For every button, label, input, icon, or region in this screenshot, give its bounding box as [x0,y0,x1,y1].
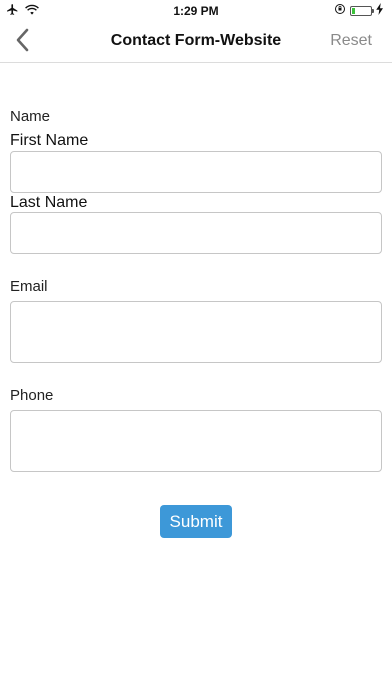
last-name-label: Last Name [10,194,88,211]
submit-button[interactable]: Submit [160,505,232,538]
first-name-label: First Name [10,132,89,149]
status-right [334,3,384,18]
charging-icon [376,3,384,18]
email-field[interactable] [10,301,382,363]
first-name-field[interactable] [10,151,382,193]
contact-form-screen: 1:29 PM Contact Form-Website Reset Name … [0,0,392,696]
email-label: Email [10,278,48,295]
last-name-field[interactable] [10,212,382,254]
navigation-bar: Contact Form-Website Reset [0,22,392,63]
battery-icon [350,5,374,16]
name-section-label: Name [10,108,51,125]
phone-label: Phone [10,387,54,404]
phone-field[interactable] [10,410,382,472]
battery-level [352,7,355,14]
orientation-lock-icon [334,3,346,18]
reset-button[interactable]: Reset [330,32,372,50]
status-bar: 1:29 PM [0,0,392,22]
